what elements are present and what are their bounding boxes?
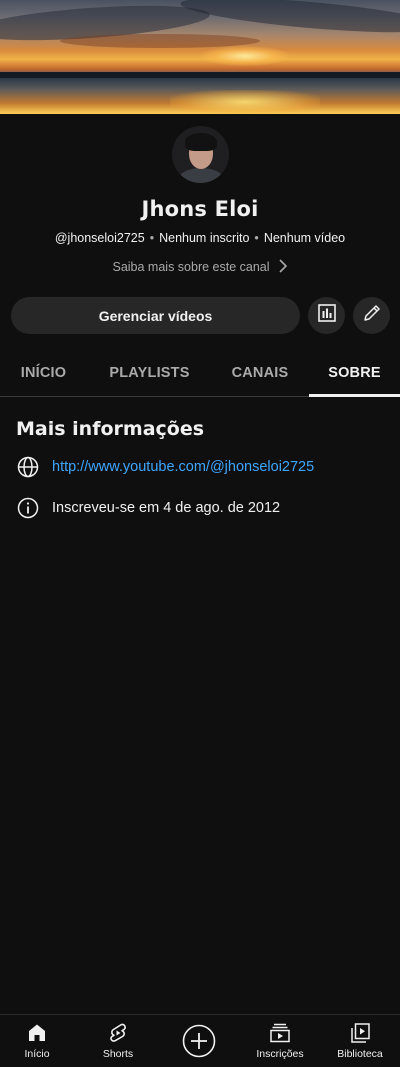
nav-biblioteca[interactable]: Biblioteca: [320, 1015, 400, 1067]
library-icon: [348, 1021, 372, 1045]
tab-sobre[interactable]: SOBRE: [309, 352, 400, 394]
nav-create[interactable]: [159, 1015, 239, 1067]
chevron-right-icon: [278, 259, 288, 276]
nav-label-shorts: Shorts: [102, 1048, 134, 1060]
nav-inscricoes[interactable]: Inscrições: [240, 1015, 320, 1067]
nav-label-biblioteca: Biblioteca: [337, 1048, 383, 1060]
globe-icon: [16, 455, 40, 479]
tab-playlists[interactable]: PLAYLISTS: [102, 352, 197, 394]
channel-banner: [0, 0, 400, 114]
separator-dot: •: [149, 231, 155, 245]
analytics-button[interactable]: [308, 297, 345, 334]
joined-date-text: Inscreveu-se em 4 de ago. de 2012: [52, 500, 281, 516]
tab-canais[interactable]: CANAIS: [219, 352, 301, 394]
nav-label-inscricoes: Inscrições: [256, 1048, 304, 1060]
nav-shorts[interactable]: Shorts: [78, 1015, 158, 1067]
home-icon: [25, 1021, 49, 1045]
channel-url-row[interactable]: http://www.youtube.com/@jhonseloi2725: [16, 455, 314, 479]
edit-channel-button[interactable]: [353, 297, 390, 334]
create-icon: [182, 1024, 216, 1058]
about-channel-link[interactable]: Saiba mais sobre este canal: [0, 259, 400, 276]
subscriber-count: Nenhum inscrito: [159, 231, 250, 245]
channel-url-link[interactable]: http://www.youtube.com/@jhonseloi2725: [52, 459, 314, 475]
video-count: Nenhum vídeo: [263, 231, 346, 245]
channel-handle: @jhonseloi2725: [54, 231, 145, 245]
channel-avatar[interactable]: [172, 126, 229, 183]
nav-inicio[interactable]: Início: [0, 1015, 77, 1067]
nav-label-inicio: Início: [24, 1048, 50, 1060]
channel-tabs: INÍCIO PLAYLISTS CANAIS SOBRE: [0, 352, 400, 397]
analytics-icon: [317, 303, 337, 328]
channel-meta: @jhonseloi2725 • Nenhum inscrito • Nenhum ví…: [0, 231, 400, 245]
joined-date-row: Inscreveu-se em 4 de ago. de 2012: [16, 496, 280, 520]
more-info-heading: Mais informações: [16, 418, 205, 440]
pencil-icon: [362, 303, 382, 328]
subscriptions-icon: [268, 1021, 292, 1045]
info-icon: [16, 496, 40, 520]
manage-videos-button[interactable]: Gerenciar vídeos: [11, 297, 300, 334]
bottom-navigation: Início Shorts Inscrições Biblioteca: [0, 1014, 400, 1067]
about-channel-label: Saiba mais sobre este canal: [112, 259, 270, 274]
shorts-icon: [106, 1021, 130, 1045]
channel-name: Jhons Eloi: [141, 197, 259, 221]
tab-inicio[interactable]: INÍCIO: [0, 352, 87, 394]
active-tab-indicator: [309, 394, 400, 397]
separator-dot: •: [254, 231, 259, 245]
